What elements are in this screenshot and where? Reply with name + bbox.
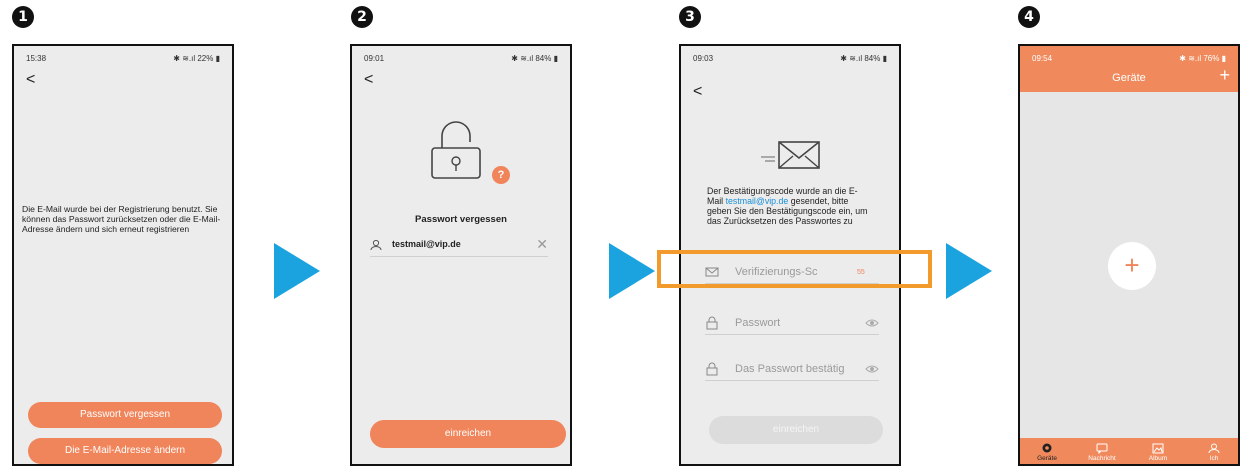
info-email-link: testmail@vip.de [725,196,789,206]
wifi-signal-icon: ✱ ≋.ıl [173,54,198,63]
battery-percent: 84% [535,54,552,63]
step-arrow-2 [609,243,655,299]
step-arrow-1 [274,243,320,299]
top-app-bar: 09:54 ✱ ≋.ıl 76% ▮ Geräte + [1020,46,1238,92]
highlight-verification-code [657,250,932,288]
confirm-password-placeholder: Das Passwort bestätig [735,363,845,375]
battery-icon: ▮ [1219,54,1226,63]
status-battery: ✱ ≋.ıl 76% ▮ [1179,54,1226,63]
status-battery: ✱ ≋.ıl 84% ▮ [840,54,887,63]
status-bar: 09:03 ✱ ≋.ıl 84% ▮ [693,54,887,66]
status-battery: ✱ ≋.ıl 84% ▮ [511,54,558,63]
padlock-icon [431,121,481,179]
wifi-signal-icon: ✱ ≋.ıl [511,54,536,63]
battery-icon: ▮ [213,54,220,63]
status-time: 09:03 [693,54,714,63]
question-mark-icon: ? [492,166,510,184]
forgot-password-button[interactable]: Passwort vergessen [28,402,222,428]
clear-icon[interactable]: ✕ [536,236,548,253]
tab-me[interactable]: Ich [1194,443,1234,462]
battery-percent: 22% [197,54,214,63]
page-title: Geräte [1112,72,1146,84]
tab-devices[interactable]: Geräte [1027,443,1067,462]
change-email-button[interactable]: Die E-Mail-Adresse ändern [28,438,222,464]
battery-icon: ▮ [880,54,887,63]
password-placeholder: Passwort [735,317,781,329]
confirm-password-field[interactable]: Das Passwort bestätig [705,360,879,381]
phone-screen-2: 09:01 ✱ ≋.ıl 84% ▮ < ? Passwort vergesse… [350,44,572,466]
battery-percent: 84% [864,54,881,63]
verification-info-text: Der Bestätigungscode wurde an die E-Mail… [707,186,869,226]
wifi-signal-icon: ✱ ≋.ıl [1179,54,1204,63]
status-time: 09:54 [1032,54,1053,63]
plus-icon: + [1124,250,1140,280]
step-number-3: 3 [679,6,701,28]
tab-label: Nachricht [1088,455,1116,462]
email-field[interactable]: testmail@vip.de ✕ [370,236,548,257]
phone-screen-1: 15:38 ✱ ≋.ıl 22% ▮ < Die E-Mail wurde be… [12,44,234,466]
tab-messages[interactable]: Nachricht [1082,443,1122,462]
back-arrow-icon[interactable]: < [364,72,373,88]
password-field[interactable]: Passwort [705,314,879,335]
status-bar: 09:01 ✱ ≋.ıl 84% ▮ [364,54,558,66]
battery-percent: 76% [1203,54,1220,63]
envelope-icon [761,141,820,169]
step-arrow-3 [946,243,992,299]
step-number-4: 4 [1018,6,1040,28]
add-device-icon[interactable]: + [1219,66,1230,84]
status-time: 09:01 [364,54,385,63]
step-number-1: 1 [12,6,34,28]
status-battery: ✱ ≋.ıl 22% ▮ [173,54,220,63]
lock-icon [706,316,718,330]
wifi-signal-icon: ✱ ≋.ıl [840,54,865,63]
status-time: 15:38 [26,54,47,63]
camera-icon [1042,443,1052,453]
step-number-2: 2 [351,6,373,28]
image-icon [1152,443,1164,454]
tab-album[interactable]: Album [1138,443,1178,462]
tab-label: Album [1148,455,1168,462]
submit-button[interactable]: einreichen [370,420,566,448]
add-device-button[interactable]: + [1108,242,1156,290]
back-arrow-icon[interactable]: < [693,84,702,100]
page-title: Passwort vergessen [415,214,507,225]
email-value: testmail@vip.de [392,239,461,249]
lock-icon [706,362,718,376]
eye-icon[interactable] [865,363,879,375]
phone-screen-4: 09:54 ✱ ≋.ıl 76% ▮ Geräte + + Geräte Nac… [1018,44,1240,466]
tab-label: Geräte [1037,455,1057,462]
eye-icon[interactable] [865,317,879,329]
message-icon [1096,443,1108,454]
bottom-tab-bar: Geräte Nachricht Album Ich [1020,438,1238,464]
battery-icon: ▮ [551,54,558,63]
registration-info-text: Die E-Mail wurde bei der Registrierung b… [22,204,221,234]
status-bar: 09:54 ✱ ≋.ıl 76% ▮ [1032,54,1226,66]
tab-label: Ich [1209,455,1219,462]
back-arrow-icon[interactable]: < [26,72,35,88]
user-icon [370,239,382,251]
submit-button-disabled[interactable]: einreichen [709,416,883,444]
user-icon [1208,443,1220,454]
status-bar: 15:38 ✱ ≋.ıl 22% ▮ [26,54,220,66]
